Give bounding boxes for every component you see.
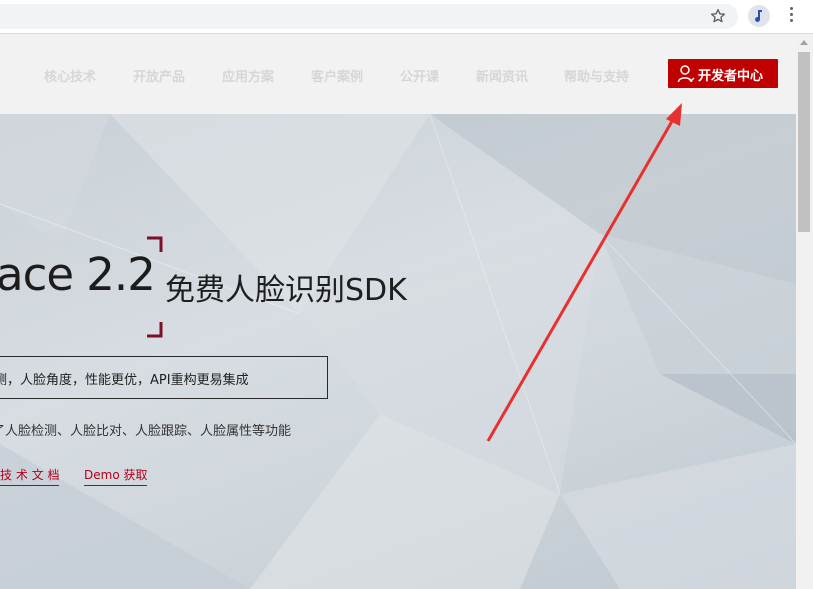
hero-banner: ace 2.2 免费人脸识别SDK 测，人脸角度，性能更优，API重构更易集成 …: [0, 114, 796, 589]
tech-docs-link[interactable]: 技 术 文 档: [0, 466, 60, 486]
nav-open-products[interactable]: 开放产品: [133, 66, 185, 85]
description-text: 了人脸检测、人脸比对、人脸跟踪、人脸属性等功能: [0, 424, 292, 439]
music-extension-icon[interactable]: [748, 5, 770, 27]
developer-center-button[interactable]: 开发者中心: [668, 59, 778, 88]
product-subtitle: 免费人脸识别SDK: [165, 273, 407, 308]
nav-customer-cases[interactable]: 客户案例: [311, 66, 363, 85]
browser-menu-icon[interactable]: [786, 7, 796, 25]
nav-solutions[interactable]: 应用方案: [222, 66, 274, 85]
developer-person-icon: [677, 65, 695, 83]
nav-open-courses[interactable]: 公开课: [400, 66, 439, 85]
title-bracket-decoration: [147, 236, 163, 338]
nav-news[interactable]: 新闻资讯: [476, 66, 528, 85]
feature-text: 测，人脸角度，性能更优，API重构更易集成: [0, 373, 249, 388]
nav-help-support[interactable]: 帮助与支持: [564, 66, 629, 85]
demo-download-link[interactable]: Demo 获取: [84, 466, 148, 486]
site-navigation: 核心技术 开放产品 应用方案 客户案例 公开课 新闻资讯 帮助与支持 开发者中心: [0, 34, 796, 114]
address-bar[interactable]: [0, 4, 738, 29]
scroll-up-arrow-icon[interactable]: [800, 40, 808, 45]
product-title: ace 2.2: [0, 248, 156, 301]
scroll-thumb[interactable]: [798, 52, 810, 232]
browser-toolbar: [0, 0, 813, 33]
bookmark-star-icon[interactable]: [709, 7, 727, 25]
nav-core-tech[interactable]: 核心技术: [44, 66, 96, 85]
developer-center-label: 开发者中心: [698, 69, 764, 84]
web-page: 核心技术 开放产品 应用方案 客户案例 公开课 新闻资讯 帮助与支持 开发者中心: [0, 34, 796, 589]
page-scrollbar[interactable]: [796, 34, 813, 589]
hero-background-pattern: [0, 114, 796, 589]
